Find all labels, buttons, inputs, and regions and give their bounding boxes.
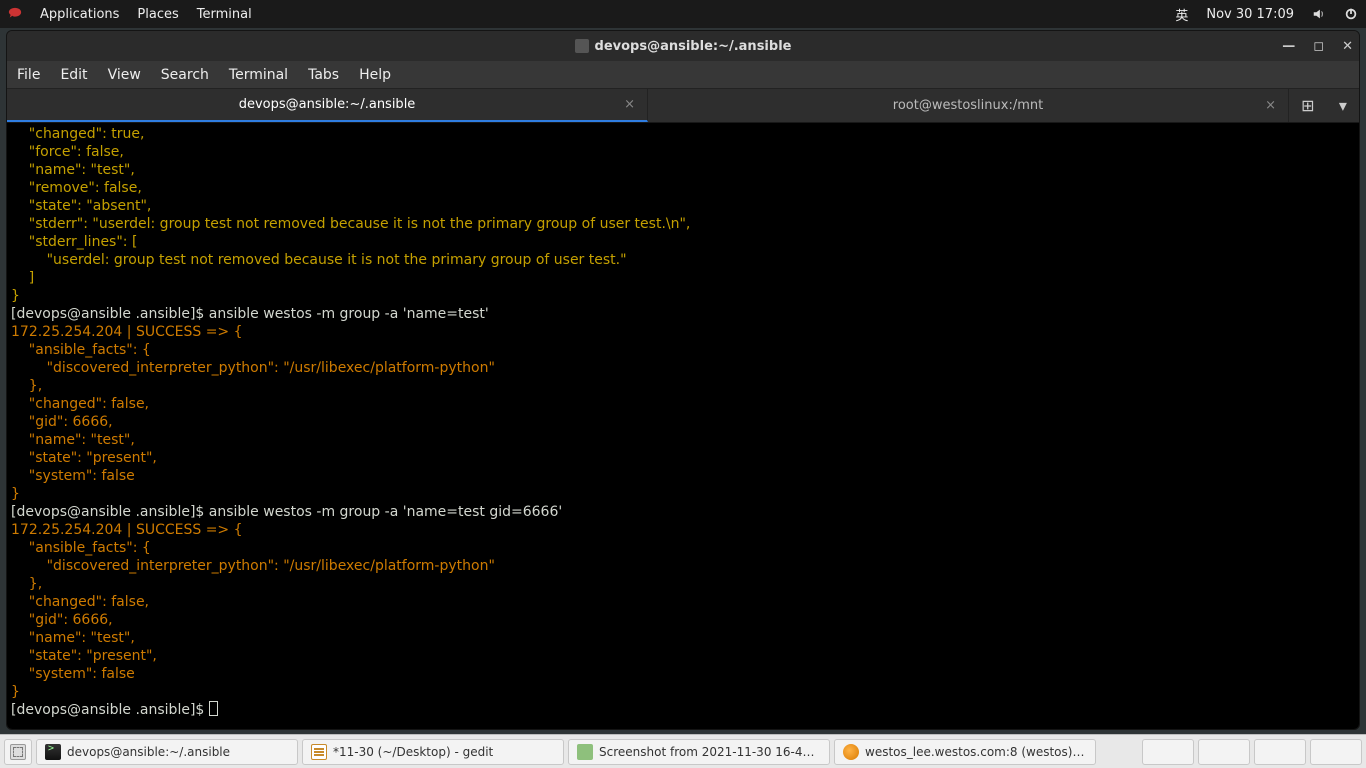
taskbar-item-gedit[interactable]: *11-30 (~/Desktop) - gedit [302, 739, 564, 765]
tab-2[interactable]: root@westoslinux:/mnt × [648, 89, 1289, 122]
clock[interactable]: Nov 30 17:09 [1206, 7, 1294, 22]
menu-terminal[interactable]: Terminal [197, 7, 252, 22]
titlebar[interactable]: devops@ansible:~/.ansible — ◻ ✕ [7, 31, 1359, 61]
terminal-output[interactable]: "changed": true, "force": false, "name":… [7, 123, 1359, 729]
activities-icon [8, 7, 22, 21]
maximize-button[interactable]: ◻ [1313, 39, 1324, 54]
power-icon[interactable] [1344, 7, 1358, 21]
vm-icon [843, 744, 859, 760]
tabbar: devops@ansible:~/.ansible × root@westosl… [7, 89, 1359, 123]
window-title: devops@ansible:~/.ansible [595, 39, 792, 54]
workspace-switcher[interactable] [4, 739, 32, 765]
menu-places[interactable]: Places [137, 7, 178, 22]
gedit-icon [311, 744, 327, 760]
taskbar-item-screenshot[interactable]: Screenshot from 2021-11-30 16-4… [568, 739, 830, 765]
app-icon [575, 39, 589, 53]
gnome-topbar: Applications Places Terminal 英 Nov 30 17… [0, 0, 1366, 28]
tray-slot[interactable] [1310, 739, 1362, 765]
menu-search[interactable]: Search [161, 67, 209, 83]
terminal-window: devops@ansible:~/.ansible — ◻ ✕ File Edi… [6, 30, 1360, 730]
workspace-icon [10, 744, 26, 760]
menu-view[interactable]: View [108, 67, 141, 83]
tray-slot[interactable] [1198, 739, 1250, 765]
terminal-icon [45, 744, 61, 760]
tab-label: root@westoslinux:/mnt [893, 98, 1043, 113]
image-icon [577, 744, 593, 760]
menu-terminal[interactable]: Terminal [229, 67, 288, 83]
tab-close-icon[interactable]: × [624, 97, 635, 112]
bottom-taskbar: devops@ansible:~/.ansible *11-30 (~/Desk… [0, 734, 1366, 768]
volume-icon[interactable] [1312, 7, 1326, 21]
tab-menu-icon[interactable]: ▾ [1339, 96, 1347, 115]
menubar: File Edit View Search Terminal Tabs Help [7, 61, 1359, 89]
tab-1[interactable]: devops@ansible:~/.ansible × [7, 89, 648, 122]
new-tab-icon[interactable]: ⊞ [1301, 96, 1314, 115]
ime-indicator[interactable]: 英 [1175, 5, 1188, 24]
menu-help[interactable]: Help [359, 67, 391, 83]
menu-tabs[interactable]: Tabs [308, 67, 339, 83]
tray-slot[interactable] [1254, 739, 1306, 765]
menu-edit[interactable]: Edit [60, 67, 87, 83]
tab-close-icon[interactable]: × [1265, 98, 1276, 113]
tab-label: devops@ansible:~/.ansible [239, 97, 416, 112]
tray-slot[interactable] [1142, 739, 1194, 765]
menu-applications[interactable]: Applications [40, 7, 119, 22]
menu-file[interactable]: File [17, 67, 40, 83]
close-button[interactable]: ✕ [1342, 39, 1353, 54]
taskbar-item-vm[interactable]: westos_lee.westos.com:8 (westos) … [834, 739, 1096, 765]
taskbar-item-terminal[interactable]: devops@ansible:~/.ansible [36, 739, 298, 765]
minimize-button[interactable]: — [1282, 39, 1295, 54]
tab-actions: ⊞ ▾ [1289, 89, 1359, 122]
system-tray [1142, 739, 1362, 765]
